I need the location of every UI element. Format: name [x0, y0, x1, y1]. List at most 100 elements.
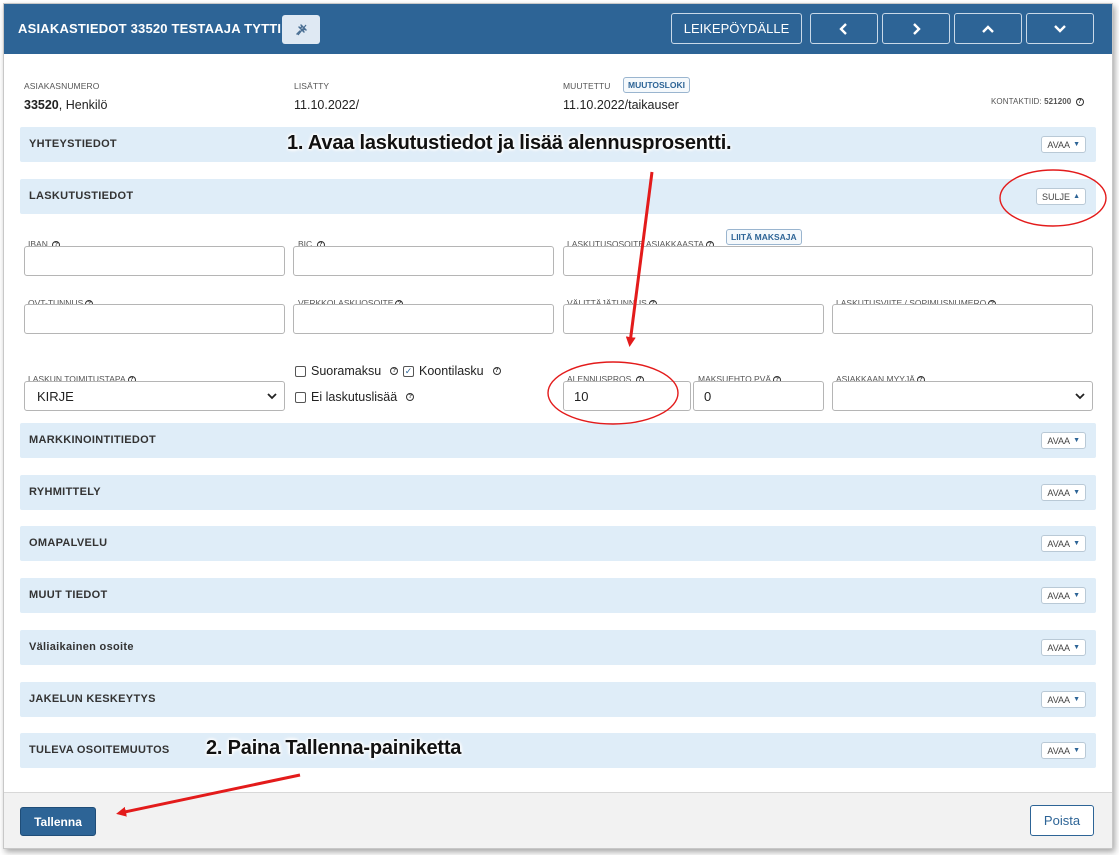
open-toggle[interactable]: AVAA ▼ [1041, 432, 1086, 449]
caret-down-icon: ▼ [1073, 747, 1080, 754]
customer-number-label: ASIAKASNUMERO [24, 81, 100, 91]
caret-down-icon: ▼ [1073, 592, 1080, 599]
billing-address-input[interactable] [563, 246, 1093, 276]
billing-reference-input[interactable] [832, 304, 1093, 334]
section-temporary-address[interactable]: Väliaikainen osoite AVAA ▼ [20, 630, 1096, 665]
customer-number: 33520 [24, 98, 59, 112]
toggle-label: AVAA [1047, 745, 1071, 756]
dialog-title: ASIAKASTIEDOT 33520 TESTAAJA TYTTI [18, 21, 282, 36]
scroll-up-button[interactable] [954, 13, 1022, 44]
ovt-input[interactable] [24, 304, 285, 334]
toggle-label: AVAA [1047, 487, 1071, 498]
section-title: MARKKINOINTITIEDOT [29, 434, 157, 446]
toggle-label: AVAA [1047, 590, 1071, 601]
delivery-method-value: KIRJE [37, 389, 74, 404]
direct-payment-label: Suoramaksu [311, 364, 382, 378]
no-surcharge-checkbox[interactable]: Ei laskutuslisää ? [295, 390, 415, 404]
dialog-header: ASIAKASTIEDOT 33520 TESTAAJA TYTTI LEIKE… [4, 4, 1112, 54]
caret-down-icon: ▼ [1073, 540, 1080, 547]
customer-number-value: 33520, Henkilö [24, 98, 107, 112]
section-title: YHTEYSTIEDOT [29, 138, 117, 150]
close-toggle[interactable]: SULJE ▲ [1036, 188, 1086, 205]
toggle-label: AVAA [1047, 435, 1071, 446]
section-marketing[interactable]: MARKKINOINTITIEDOT AVAA ▼ [20, 423, 1096, 458]
checkbox-checked-icon[interactable]: ✓ [403, 365, 414, 377]
open-toggle[interactable]: AVAA ▼ [1041, 136, 1086, 153]
toggle-label: AVAA [1047, 642, 1071, 653]
chevron-up-icon [982, 24, 994, 33]
section-grouping[interactable]: RYHMITTELY AVAA ▼ [20, 475, 1096, 510]
section-title: RYHMITTELY [29, 486, 101, 498]
toggle-label: AVAA [1047, 538, 1071, 549]
bic-input[interactable] [293, 246, 554, 276]
toggle-label: AVAA [1047, 694, 1071, 705]
save-button[interactable]: Tallenna [20, 807, 96, 836]
dialog-footer: Tallenna Poista [4, 792, 1112, 848]
caret-down-icon: ▼ [1073, 489, 1080, 496]
annotation-step-1: 1. Avaa laskutustiedot ja lisää alennusp… [287, 132, 732, 154]
section-title: TULEVA OSOITEMUUTOS [29, 744, 170, 756]
help-icon[interactable]: ? [492, 367, 501, 375]
direct-payment-checkbox[interactable]: Suoramaksu ? [295, 364, 399, 378]
operator-input[interactable] [563, 304, 824, 334]
contact-id-value: 521200 [1044, 97, 1072, 106]
open-toggle[interactable]: AVAA ▼ [1041, 742, 1086, 759]
checkbox-empty[interactable] [295, 391, 306, 403]
section-billing[interactable]: LASKUTUSTIEDOT SULJE ▲ [20, 179, 1096, 214]
added-label: LISÄTTY [294, 81, 330, 91]
open-toggle[interactable]: AVAA ▼ [1041, 535, 1086, 552]
open-toggle[interactable]: AVAA ▼ [1041, 639, 1086, 656]
payment-terms-input[interactable]: 0 [693, 381, 824, 411]
caret-down-icon: ▼ [1073, 437, 1080, 444]
open-toggle[interactable]: AVAA ▼ [1041, 484, 1086, 501]
previous-button[interactable] [810, 13, 878, 44]
help-icon[interactable]: ? [1075, 98, 1084, 106]
customer-type: , Henkilö [58, 98, 108, 112]
delete-button[interactable]: Poista [1030, 805, 1094, 836]
help-icon[interactable]: ? [390, 367, 399, 375]
no-surcharge-label: Ei laskutuslisää [311, 390, 398, 404]
contact-id-label: KONTAKTIID: [991, 97, 1042, 106]
discount-input[interactable]: 10 [563, 381, 691, 411]
chevron-down-icon [1054, 24, 1066, 33]
section-address-change[interactable]: TULEVA OSOITEMUUTOS AVAA ▼ [20, 733, 1096, 768]
section-self-service[interactable]: OMAPALVELU AVAA ▼ [20, 526, 1096, 561]
seller-select[interactable] [832, 381, 1093, 411]
section-delivery-break[interactable]: JAKELUN KESKEYTYS AVAA ▼ [20, 682, 1096, 717]
toggle-label: AVAA [1047, 139, 1071, 150]
annotation-step-2: 2. Paina Tallenna-painiketta [206, 737, 462, 759]
chevron-left-icon [839, 22, 847, 35]
collective-invoice-checkbox[interactable]: ✓ Koontilasku ? [403, 364, 501, 378]
delivery-method-select[interactable]: KIRJE [24, 381, 285, 411]
copy-to-clipboard-button[interactable]: LEIKEPÖYDÄLLE [671, 13, 802, 44]
chevron-right-icon [913, 22, 921, 35]
pin-button[interactable] [282, 15, 320, 44]
section-title: LASKUTUSTIEDOT [29, 190, 134, 202]
next-button[interactable] [882, 13, 950, 44]
caret-down-icon: ▼ [1073, 141, 1080, 148]
caret-down-icon: ▼ [1073, 644, 1080, 651]
section-other-info[interactable]: MUUT TIEDOT AVAA ▼ [20, 578, 1096, 613]
ebilling-address-input[interactable] [293, 304, 554, 334]
section-title: JAKELUN KESKEYTYS [29, 693, 156, 705]
changelog-button[interactable]: MUUTOSLOKI [623, 77, 690, 93]
open-toggle[interactable]: AVAA ▼ [1041, 587, 1086, 604]
chevron-down-icon [1075, 393, 1085, 400]
added-value: 11.10.2022/ [294, 98, 360, 112]
contact-id: KONTAKTIID: 521200 ? [991, 97, 1084, 106]
modified-label: MUUTETTU [563, 81, 611, 91]
iban-input[interactable] [24, 246, 285, 276]
scroll-down-button[interactable] [1026, 13, 1094, 44]
checkbox-empty[interactable] [295, 365, 306, 377]
attach-payer-button[interactable]: LIITÄ MAKSAJA [726, 229, 802, 245]
collective-invoice-label: Koontilasku [419, 364, 484, 378]
toggle-label: SULJE [1042, 191, 1071, 202]
pin-icon [296, 23, 307, 35]
caret-up-icon: ▲ [1073, 193, 1080, 200]
help-icon[interactable]: ? [406, 393, 415, 401]
section-title: OMAPALVELU [29, 537, 108, 549]
section-title: Väliaikainen osoite [29, 641, 134, 653]
section-title: MUUT TIEDOT [29, 589, 108, 601]
modified-value: 11.10.2022/taikauser [563, 98, 679, 112]
open-toggle[interactable]: AVAA ▼ [1041, 691, 1086, 708]
